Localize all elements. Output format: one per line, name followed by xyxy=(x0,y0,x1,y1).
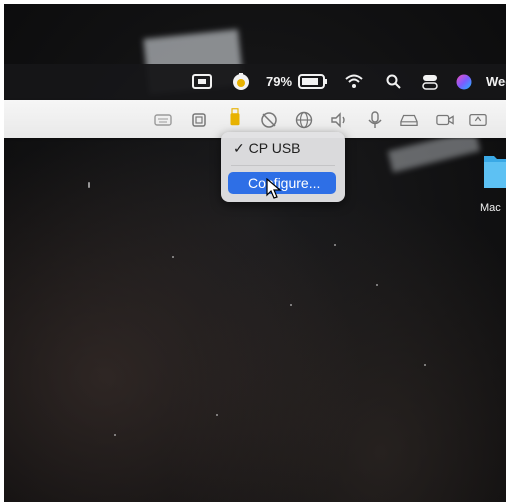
shield-icon[interactable] xyxy=(232,72,250,92)
menu-item-configure[interactable]: Configure... xyxy=(228,172,336,194)
wifi-icon[interactable] xyxy=(344,74,364,89)
menu-item-cp-usb[interactable]: ✓ CP USB xyxy=(233,140,301,157)
dust-speck xyxy=(424,364,426,366)
share-icon[interactable] xyxy=(469,111,489,129)
dust-speck xyxy=(376,284,378,286)
search-icon[interactable] xyxy=(386,74,401,89)
usb-icon[interactable] xyxy=(226,108,242,132)
dust-speck xyxy=(172,256,174,258)
photo-of-screen: 79% Wed xyxy=(4,4,506,502)
menu-bar-date[interactable]: Wed xyxy=(486,74,506,89)
drive-icon[interactable] xyxy=(400,111,420,129)
dust-speck xyxy=(216,414,218,416)
mouse-pointer-icon xyxy=(266,177,282,200)
menu-separator xyxy=(231,165,335,166)
microphone-icon[interactable] xyxy=(366,111,384,129)
usb-device-menu: ✓ CP USB Configure... xyxy=(221,132,345,202)
dust-speck xyxy=(290,304,292,306)
camera-icon[interactable] xyxy=(436,111,456,129)
dust-speck xyxy=(114,434,116,436)
checkmark-icon: ✓ xyxy=(233,140,245,156)
desktop-folder-label: Mac xyxy=(480,202,501,214)
battery-percent[interactable]: 79% xyxy=(266,74,292,89)
location-off-icon[interactable] xyxy=(260,111,278,129)
globe-icon[interactable] xyxy=(295,111,313,129)
menu-item-cp-usb-label: CP USB xyxy=(248,140,301,156)
screen-mirroring-icon[interactable] xyxy=(192,74,212,89)
folder-icon[interactable] xyxy=(484,150,506,188)
dust-speck xyxy=(334,244,336,246)
keyboard-icon[interactable] xyxy=(154,111,172,129)
siri-icon[interactable] xyxy=(456,74,472,90)
chip-icon[interactable] xyxy=(190,111,208,129)
control-center-icon[interactable] xyxy=(422,74,438,90)
speaker-icon[interactable] xyxy=(330,111,348,129)
battery-icon[interactable] xyxy=(298,74,328,89)
dust-speck xyxy=(88,182,90,188)
